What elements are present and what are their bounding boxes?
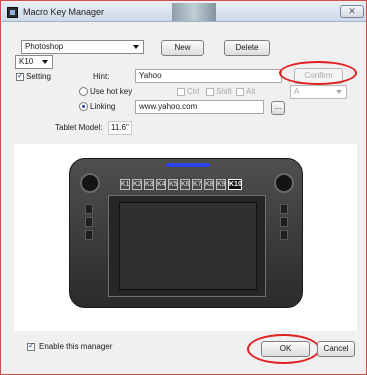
title-bar: Macro Key Manager ✕ xyxy=(2,2,366,22)
tablet-drawing-surface xyxy=(119,202,257,290)
tablet-key-k3[interactable]: K3 xyxy=(144,179,154,190)
use-hot-key-radio[interactable] xyxy=(79,87,88,96)
chevron-down-icon xyxy=(42,60,48,64)
confirm-highlight-ring xyxy=(279,61,357,85)
tablet-key-k8[interactable]: K8 xyxy=(204,179,214,190)
enable-manager-label: Enable this manager xyxy=(39,342,113,351)
tablet-key-k10[interactable]: K10 xyxy=(228,179,242,190)
cancel-button[interactable]: Cancel xyxy=(317,341,355,357)
app-icon xyxy=(7,7,18,18)
left-side-key xyxy=(85,230,93,240)
right-side-key xyxy=(280,230,288,240)
tablet-key-k2[interactable]: K2 xyxy=(132,179,142,190)
tablet-key-k7[interactable]: K7 xyxy=(192,179,202,190)
alt-label: Alt xyxy=(246,87,256,96)
delete-button[interactable]: Delete xyxy=(224,40,270,56)
left-touch-ring xyxy=(80,173,100,193)
tablet-model-value: 11.6" xyxy=(108,121,132,135)
tablet-key-k5[interactable]: K5 xyxy=(168,179,178,190)
application-select-value: Photoshop xyxy=(25,42,64,51)
use-hot-key-label: Use hot key xyxy=(90,87,133,96)
tablet-status-light xyxy=(166,163,210,167)
ctrl-label: Ctrl xyxy=(187,87,200,96)
application-select[interactable]: Photoshop xyxy=(21,40,144,54)
right-side-key xyxy=(280,217,288,227)
close-button[interactable]: ✕ xyxy=(340,5,364,18)
shift-label: Shift xyxy=(216,87,233,96)
title-bar-decoration xyxy=(172,3,216,21)
tablet-key-k9[interactable]: K9 xyxy=(216,179,226,190)
chevron-down-icon xyxy=(133,45,139,49)
browse-button[interactable]: ... xyxy=(271,101,285,115)
tablet-key-k1[interactable]: K1 xyxy=(120,179,130,190)
right-touch-ring xyxy=(274,173,294,193)
ok-highlight-ring xyxy=(247,334,320,364)
left-side-key xyxy=(85,204,93,214)
setting-label: Setting xyxy=(26,72,51,81)
tablet-key-k4[interactable]: K4 xyxy=(156,179,166,190)
ctrl-checkbox[interactable] xyxy=(177,88,185,96)
tablet-preview: K1 K2 K3 K4 K5 K6 K7 K8 K9 K10 xyxy=(14,144,357,331)
enable-manager-checkbox[interactable] xyxy=(27,341,35,351)
key-select-value: K10 xyxy=(19,57,34,66)
settings-panel: Photoshop New Delete K10 Setting Hint: Y… xyxy=(14,29,357,137)
chevron-down-icon xyxy=(336,90,342,94)
left-side-key xyxy=(85,217,93,227)
alt-checkbox[interactable] xyxy=(236,88,244,96)
right-side-key xyxy=(280,204,288,214)
linking-url-input[interactable]: www.yahoo.com xyxy=(135,100,264,114)
hotkey-select[interactable]: A xyxy=(290,85,347,99)
tablet-active-area xyxy=(108,195,266,297)
tablet-key-k6[interactable]: K6 xyxy=(180,179,190,190)
hint-input[interactable]: Yahoo xyxy=(135,69,282,83)
hint-label: Hint: xyxy=(93,72,110,81)
linking-label: Linking xyxy=(90,102,116,111)
footer: Enable this manager OK Cancel xyxy=(14,334,357,365)
tablet-image: K1 K2 K3 K4 K5 K6 K7 K8 K9 K10 xyxy=(69,158,303,308)
key-select[interactable]: K10 xyxy=(15,55,53,69)
setting-checkbox[interactable] xyxy=(16,71,24,81)
linking-radio[interactable] xyxy=(79,102,88,111)
window-title: Macro Key Manager xyxy=(23,7,105,17)
macro-key-manager-window: Macro Key Manager ✕ Photoshop New Delete… xyxy=(0,0,367,375)
hotkey-select-value: A xyxy=(294,87,300,96)
new-button[interactable]: New xyxy=(161,40,204,56)
shift-checkbox[interactable] xyxy=(206,88,214,96)
tablet-model-label: Tablet Model: xyxy=(55,123,103,132)
